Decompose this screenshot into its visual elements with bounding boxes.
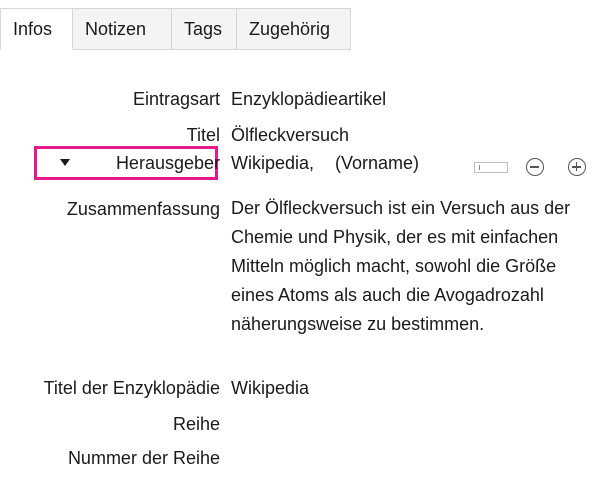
item-pane: Infos Notizen Tags Zugehörig Eintragsart… bbox=[0, 0, 597, 480]
plus-bar-v bbox=[575, 162, 578, 171]
title-label: Titel bbox=[186, 125, 220, 145]
encyclopedia-title-value[interactable]: Wikipedia bbox=[231, 377, 309, 399]
editor-label[interactable]: Herausgeber bbox=[116, 152, 220, 174]
minus-circle-icon[interactable] bbox=[526, 158, 544, 176]
creator-mode-toggle-icon[interactable] bbox=[474, 162, 508, 173]
tab-zugehoerig[interactable]: Zugehörig bbox=[237, 8, 351, 50]
plus-circle-icon[interactable] bbox=[568, 158, 586, 176]
tab-tags[interactable]: Tags bbox=[172, 8, 237, 50]
encyclopedia-title-label: Titel der Enzyklopädie bbox=[43, 378, 220, 398]
abstract-label: Zusammenfassung bbox=[66, 199, 220, 219]
minus-bar bbox=[530, 166, 539, 168]
tab-infos[interactable]: Infos bbox=[0, 8, 73, 50]
series-number-label: Nummer der Reihe bbox=[67, 448, 220, 468]
triangle-down-icon[interactable] bbox=[60, 159, 70, 166]
editor-first-name[interactable]: (Vorname) bbox=[335, 152, 419, 174]
tab-bar: Infos Notizen Tags Zugehörig bbox=[0, 8, 351, 50]
abstract-value[interactable]: Der Ölfleckversuch ist ein Versuch aus d… bbox=[231, 194, 583, 339]
toggle-mark bbox=[479, 165, 480, 170]
item-type-value[interactable]: Enzyklopädieartikel bbox=[231, 88, 386, 110]
editor-last-name[interactable]: Wikipedia, bbox=[231, 152, 314, 174]
series-label: Reihe bbox=[172, 414, 220, 434]
tab-notizen[interactable]: Notizen bbox=[73, 8, 172, 50]
title-value[interactable]: Ölfleckversuch bbox=[231, 124, 349, 146]
item-type-label: Eintragsart bbox=[132, 89, 220, 109]
